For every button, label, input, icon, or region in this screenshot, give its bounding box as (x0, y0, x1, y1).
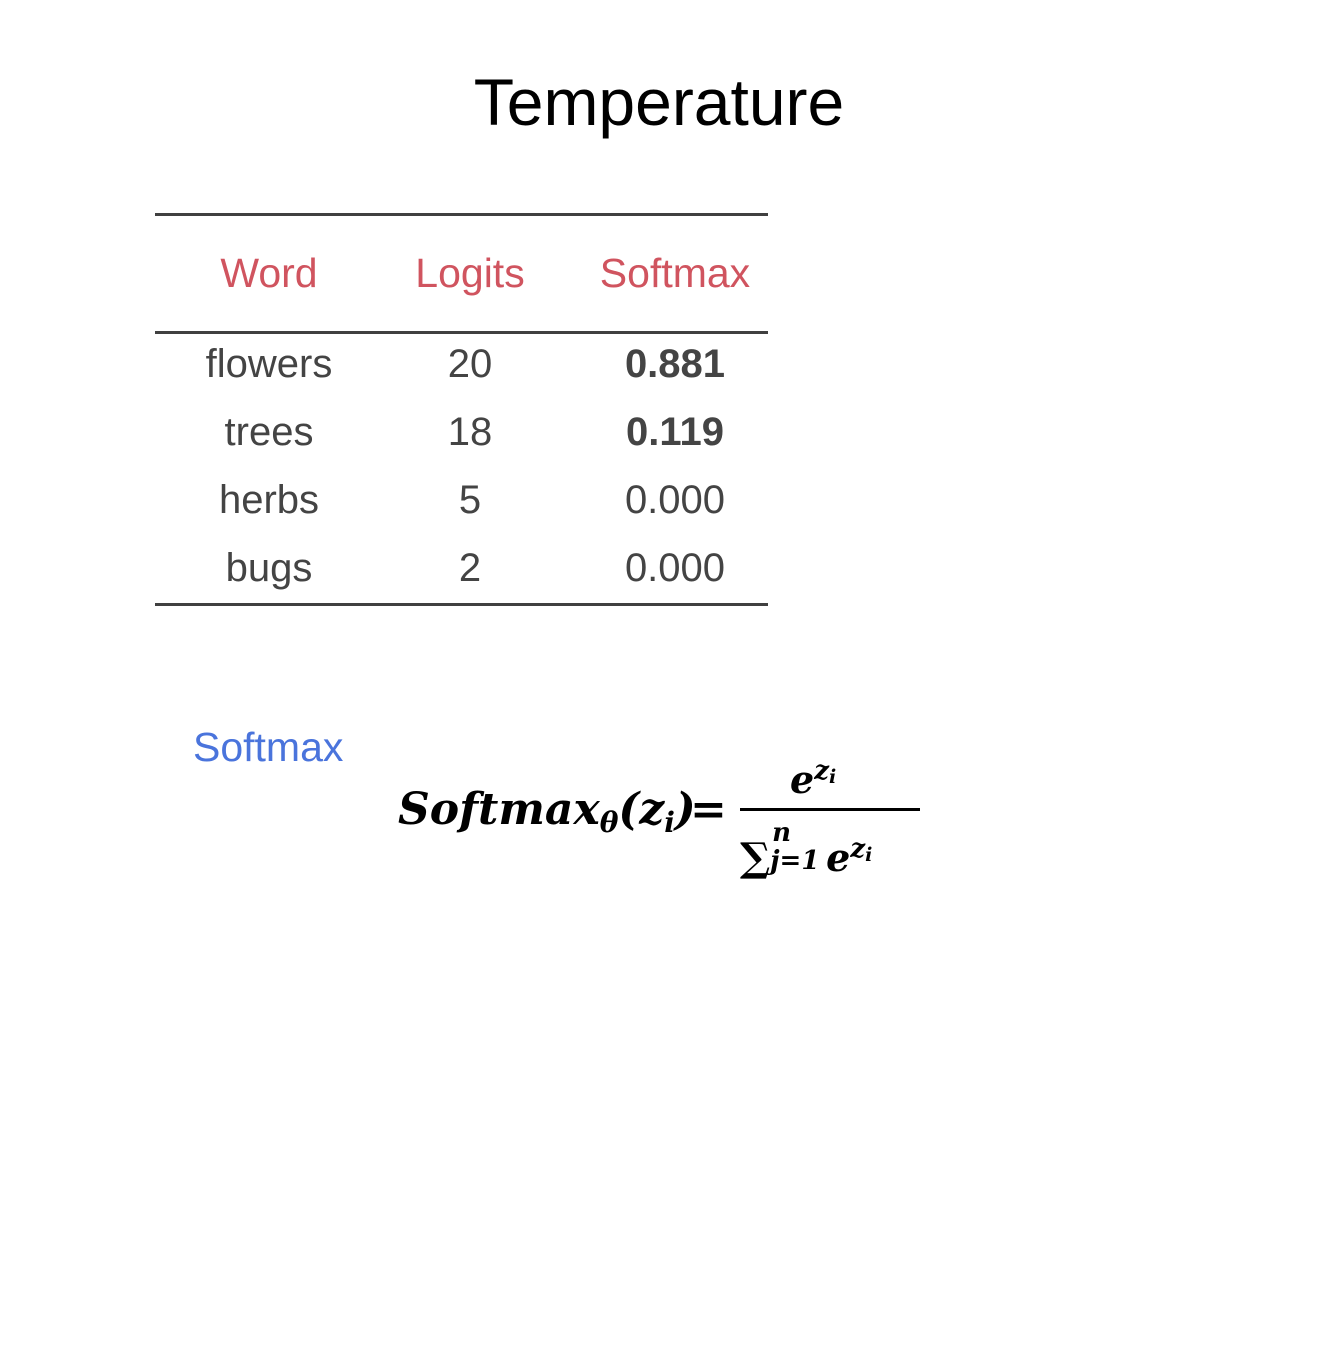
formula-lhs: Softmaxθ(zi) (398, 782, 696, 851)
page-title: Temperature (473, 65, 845, 139)
row-word: bugs (225, 546, 313, 590)
row-word: herbs (218, 478, 320, 522)
numerator-exp-var: z (814, 756, 829, 786)
sum-symbol: ∑ (740, 834, 771, 881)
header-word: Word (220, 250, 318, 296)
row-logit: 5 (458, 478, 482, 522)
header-logits: Logits (415, 250, 525, 296)
row-word: flowers (205, 342, 333, 386)
table-bottom-rule (155, 603, 768, 606)
table-top-rule (155, 213, 768, 216)
numerator-exp-sub: i (828, 766, 837, 788)
table-header-rule (155, 331, 768, 334)
sum-lower-limit: j=1 (770, 846, 820, 876)
formula-numerator: ezi (790, 748, 836, 803)
softmax-section-label: Softmax (193, 724, 344, 770)
denominator-exponent: zi (850, 834, 873, 866)
row-softmax: 0.881 (624, 342, 726, 386)
row-word: trees (224, 410, 314, 454)
fraction-bar (740, 808, 920, 811)
row-logit: 2 (458, 546, 482, 590)
row-softmax: 0.000 (624, 478, 726, 522)
denominator-exp-sub: i (865, 844, 873, 866)
row-logit: 18 (447, 410, 493, 454)
numerator-exponent: zi (814, 756, 837, 788)
sum-upper-limit: n (772, 818, 792, 848)
formula-equals: = (690, 784, 727, 835)
header-softmax: Softmax (599, 250, 751, 296)
formula-function-name: Softmax (398, 784, 600, 835)
softmax-formula: Softmaxθ(zi) = ezi ∑ n j=1 ezi (398, 748, 938, 898)
formula-arg-subscript: i (664, 806, 675, 839)
row-softmax: 0.000 (624, 546, 726, 590)
row-logit: 20 (447, 342, 493, 386)
numerator-base: e (790, 757, 815, 802)
row-softmax: 0.119 (626, 410, 724, 454)
formula-denominator: ∑ n j=1 ezi (740, 818, 873, 881)
denominator-base: e (826, 835, 851, 880)
sum-limits: n j=1 (770, 818, 826, 876)
denominator-exp-var: z (850, 834, 866, 864)
formula-arg: (z (618, 784, 665, 835)
formula-theta: θ (599, 806, 619, 839)
